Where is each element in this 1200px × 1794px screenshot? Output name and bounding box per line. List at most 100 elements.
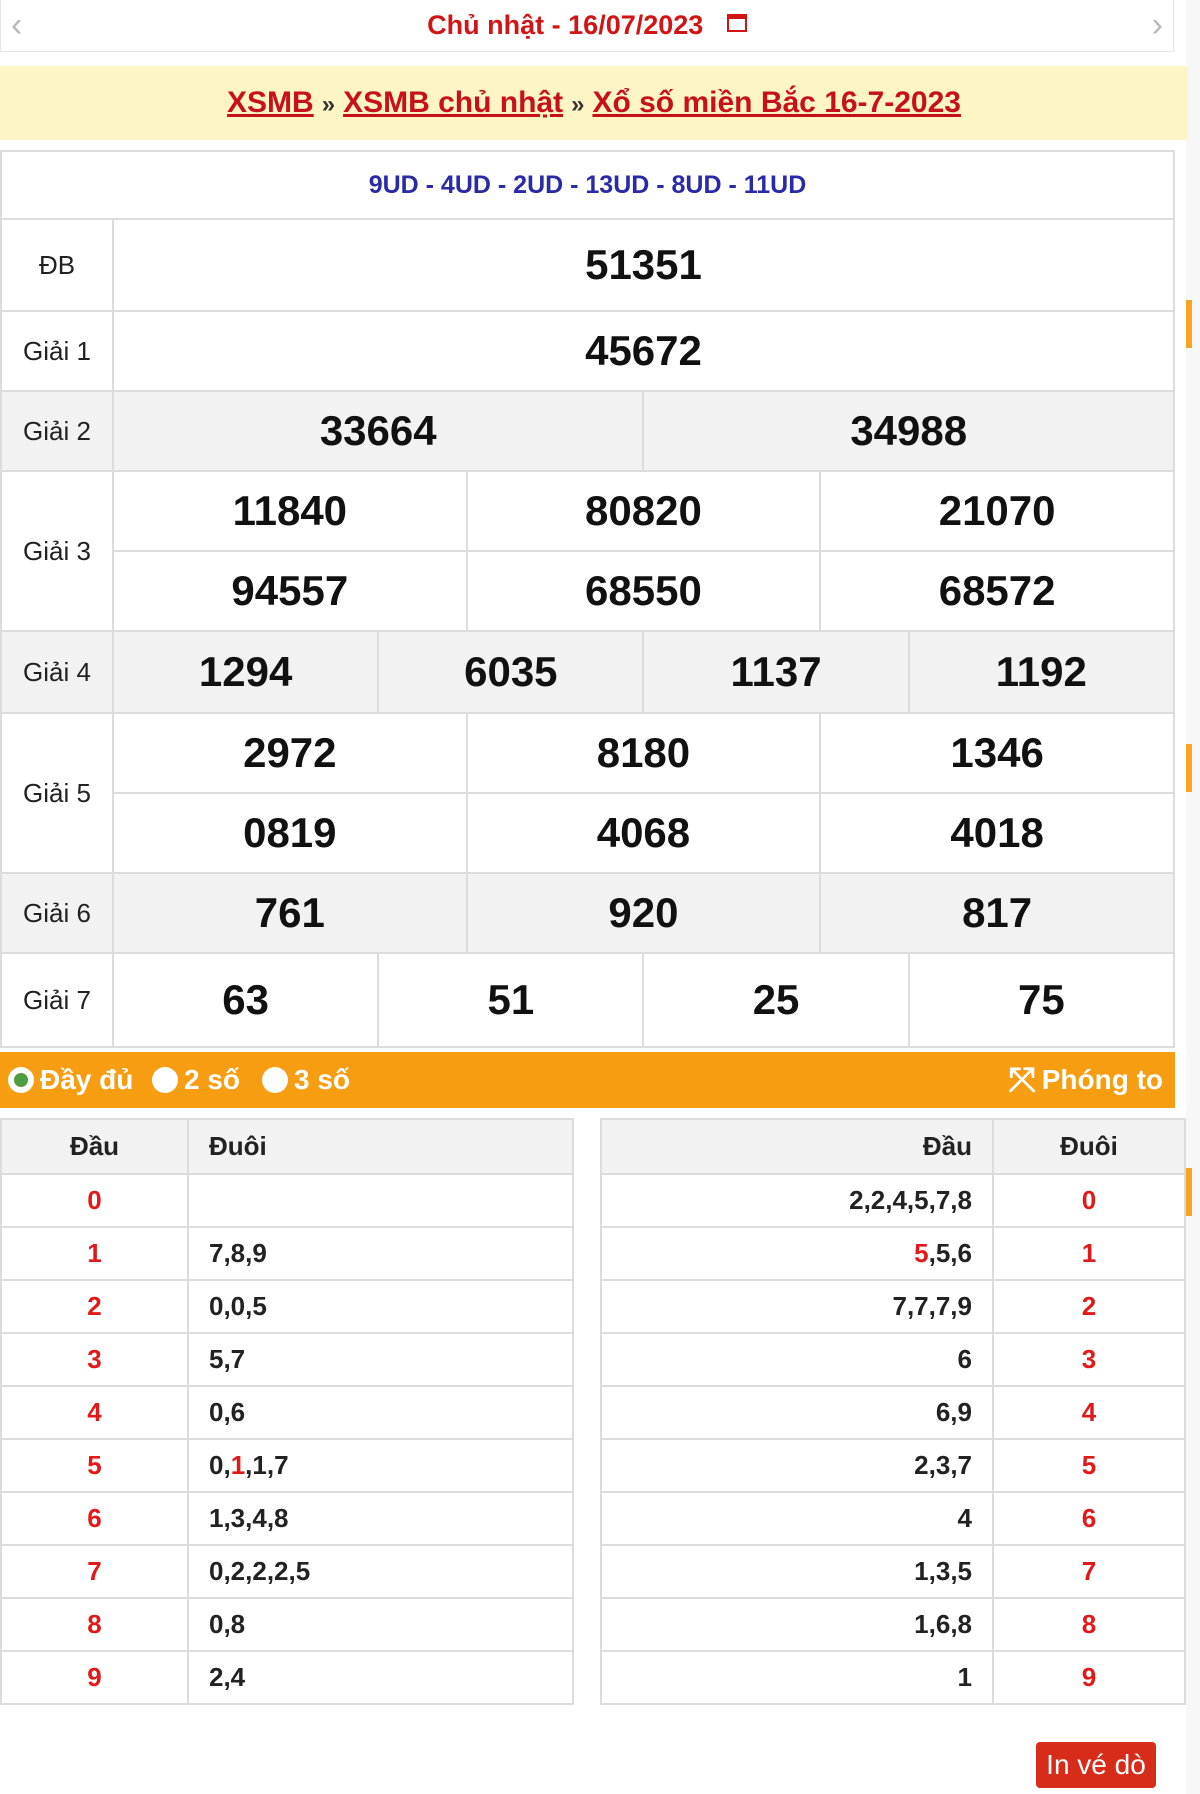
tail-part: 0, xyxy=(209,1450,231,1480)
tail-list: 0,0,5 xyxy=(187,1279,574,1334)
head-digit: 8 xyxy=(0,1597,189,1652)
tail-digit: 5 xyxy=(992,1438,1186,1493)
column-header: Đầu xyxy=(600,1118,994,1175)
table-row: 4 0,6 xyxy=(0,1385,574,1440)
table-row: 1,3,5 7 xyxy=(600,1544,1186,1599)
tail-list: 0,8 xyxy=(187,1597,574,1652)
breadcrumb-separator: » xyxy=(571,91,585,118)
head-list: 2,3,7 xyxy=(600,1438,994,1493)
table-row: 2 0,0,5 xyxy=(0,1279,574,1334)
table-row: 6,9 4 xyxy=(600,1385,1186,1440)
prize-g4-value: 6035 xyxy=(377,630,645,714)
head-digit: 0 xyxy=(0,1173,189,1228)
special-head-digit: 5 xyxy=(914,1238,929,1268)
table-row: 3 5,7 xyxy=(0,1332,574,1387)
chevron-right-icon[interactable]: › xyxy=(1152,8,1163,42)
zoom-button[interactable]: ⤧ Phóng to xyxy=(1009,1063,1164,1097)
option-three-label: 3 số xyxy=(294,1064,351,1095)
head-list: 4 xyxy=(600,1491,994,1546)
option-three-digits[interactable]: 3 số xyxy=(262,1064,350,1096)
table-row: 46 xyxy=(600,1491,1186,1546)
edge-marker xyxy=(1186,744,1192,792)
prize-label-g2: Giải 2 xyxy=(0,390,114,472)
prize-label-g7: Giải 7 xyxy=(0,952,114,1048)
print-ticket-button[interactable]: In vé dò xyxy=(1036,1742,1156,1788)
prize-db-value: 51351 xyxy=(112,218,1175,312)
tail-digit: 8 xyxy=(992,1597,1186,1652)
breadcrumb: XSMB » XSMB chủ nhật » Xổ số miền Bắc 16-7-2… xyxy=(0,66,1188,140)
table-row: 7,7,7,9 2 xyxy=(600,1279,1186,1334)
prize-g5-value: 2972 xyxy=(112,712,468,794)
prize-label-g4: Giải 4 xyxy=(0,630,114,714)
table-row: 9 2,4 xyxy=(0,1650,574,1705)
display-options-bar: Đầy đủ 2 số 3 số ⤧ Phóng to xyxy=(0,1052,1175,1108)
radio-selected-icon[interactable] xyxy=(8,1067,34,1093)
tail-digit: 0 xyxy=(992,1173,1186,1228)
prize-g5-value: 8180 xyxy=(465,712,822,794)
table-row: 7 0,2,2,2,5 xyxy=(0,1544,574,1599)
prize-g4-value: 1192 xyxy=(907,630,1176,714)
table-row: 1,6,8 8 xyxy=(600,1597,1186,1652)
tail-list: 2,4 xyxy=(187,1650,574,1705)
head-list: 6 xyxy=(600,1332,994,1387)
head-part: ,5,6 xyxy=(928,1238,972,1268)
head-digit: 3 xyxy=(0,1332,189,1387)
table-row: 2,3,7 5 xyxy=(600,1438,1186,1493)
tail-list xyxy=(187,1173,574,1228)
prize-g6-value: 920 xyxy=(465,872,822,954)
prize-g4-value: 1137 xyxy=(642,630,910,714)
prize-g4-value: 1294 xyxy=(111,630,380,714)
table-row: 1 7,8,9 xyxy=(0,1226,574,1281)
tail-list: 7,8,9 xyxy=(187,1226,574,1281)
head-digit: 2 xyxy=(0,1279,189,1334)
table-row: 8 0,8 xyxy=(0,1597,574,1652)
zoom-label: Phóng to xyxy=(1041,1064,1163,1095)
edge-marker xyxy=(1186,1168,1192,1216)
head-digit: 6 xyxy=(0,1491,189,1546)
option-full[interactable]: Đầy đủ xyxy=(8,1064,133,1096)
head-list: 7,7,7,9 xyxy=(600,1279,994,1334)
column-header: Đuôi xyxy=(992,1118,1186,1175)
column-header: Đuôi xyxy=(187,1118,574,1175)
prize-g7-value: 25 xyxy=(642,952,910,1048)
radio-icon[interactable] xyxy=(262,1067,288,1093)
radio-icon[interactable] xyxy=(152,1067,178,1093)
head-list: 1 xyxy=(600,1650,994,1705)
table-row: 6 1,3,4,8 xyxy=(0,1491,574,1546)
head-digit: 1 xyxy=(0,1226,189,1281)
tail-part: ,1,7 xyxy=(245,1450,289,1480)
head-list: 6,9 xyxy=(600,1385,994,1440)
prize-label-g3: Giải 3 xyxy=(0,470,114,632)
table-row: 0 xyxy=(0,1173,574,1228)
tail-digit: 7 xyxy=(992,1544,1186,1599)
head-digit: 9 xyxy=(0,1650,189,1705)
prize-g3-value: 80820 xyxy=(465,470,822,552)
head-list: 1,3,5 xyxy=(600,1544,994,1599)
tail-list: 5,7 xyxy=(187,1332,574,1387)
prize-g7-value: 51 xyxy=(377,952,645,1048)
prize-g3-value: 68572 xyxy=(819,550,1175,632)
prize-label-g6: Giải 6 xyxy=(0,872,114,954)
option-full-label: Đầy đủ xyxy=(40,1064,134,1095)
calendar-icon[interactable] xyxy=(726,13,747,32)
tail-digit: 6 xyxy=(992,1491,1186,1546)
option-two-digits[interactable]: 2 số xyxy=(152,1064,240,1096)
prize-g7-value: 75 xyxy=(907,952,1176,1048)
head-digit: 4 xyxy=(0,1385,189,1440)
prize-g1-value: 45672 xyxy=(112,310,1175,392)
prize-g5-value: 4068 xyxy=(465,792,822,874)
prize-g2-value: 33664 xyxy=(111,390,645,472)
head-list: 5,5,6 xyxy=(600,1226,994,1281)
tail-list: 0,1,1,7 xyxy=(187,1438,574,1493)
results-table: 9UD - 4UD - 2UD - 13UD - 8UD - 11UD ĐB 5… xyxy=(0,150,1176,1048)
breadcrumb-link-xsmb-sunday[interactable]: XSMB chủ nhật xyxy=(343,86,563,119)
date-picker[interactable]: Chủ nhật - 16/07/2023 xyxy=(1,10,1173,41)
prize-g5-value: 0819 xyxy=(112,792,468,874)
right-sidebar-edge xyxy=(1186,0,1200,1794)
prize-g2-value: 34988 xyxy=(642,390,1175,472)
tail-digit: 4 xyxy=(992,1385,1186,1440)
breadcrumb-link-xsmb[interactable]: XSMB xyxy=(227,86,314,119)
breadcrumb-link-result-date[interactable]: Xổ số miền Bắc 16-7-2023 xyxy=(592,86,961,119)
prize-g3-value: 11840 xyxy=(112,470,468,552)
head-list: 2,2,4,5,7,8 xyxy=(600,1173,994,1228)
